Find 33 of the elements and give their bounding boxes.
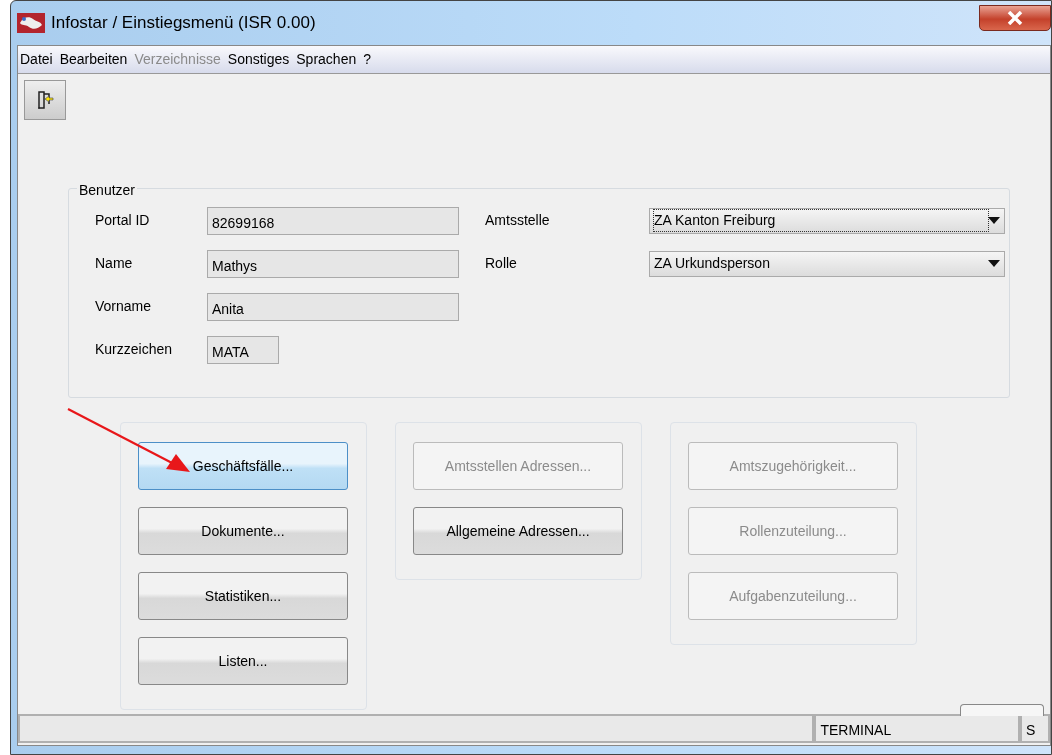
menu-button[interactable]: Allgemeine Adressen... bbox=[413, 507, 623, 555]
menu-button[interactable]: Statistiken... bbox=[138, 572, 348, 620]
field-label: Portal ID bbox=[94, 211, 151, 230]
close-icon bbox=[1007, 11, 1023, 25]
status-bar-cell: S bbox=[1020, 714, 1050, 743]
dropdown-field[interactable]: ZA Urkundsperson bbox=[649, 250, 1005, 277]
field-label: Amtsstelle bbox=[485, 211, 551, 230]
menu-button[interactable]: Listen... bbox=[138, 637, 348, 685]
dropdown-field[interactable]: ZA Kanton Freiburg bbox=[649, 207, 1005, 234]
menu-item[interactable]: Sonstiges bbox=[227, 49, 290, 70]
menu-button[interactable]: Dokumente... bbox=[138, 507, 348, 555]
menu-item[interactable]: Bearbeiten bbox=[59, 49, 128, 70]
status-bar-cell: TERMINAL bbox=[814, 714, 1021, 743]
menu-item[interactable]: Datei bbox=[20, 49, 53, 70]
dropdown-arrow-icon bbox=[988, 216, 1000, 225]
text-field[interactable]: MATA bbox=[207, 335, 279, 364]
text-field[interactable]: Anita bbox=[207, 292, 459, 321]
field-label: Kurzzeichen bbox=[94, 340, 174, 359]
partially-hidden-tab[interactable] bbox=[960, 704, 1044, 716]
field-label: Vorname bbox=[94, 297, 153, 316]
exit-door-button[interactable] bbox=[24, 80, 66, 120]
text-field[interactable]: Mathys bbox=[207, 249, 459, 278]
menu-item[interactable]: Sprachen bbox=[296, 49, 357, 70]
field-label: Rolle bbox=[485, 254, 518, 273]
app-logo-icon bbox=[17, 13, 45, 33]
field-label: Name bbox=[94, 254, 134, 273]
close-button[interactable] bbox=[979, 5, 1051, 31]
menu-button[interactable]: Geschäftsfälle... bbox=[138, 442, 348, 490]
dropdown-arrow-icon bbox=[988, 259, 1000, 268]
menu-item[interactable]: ? bbox=[363, 49, 371, 70]
window-title: Infostar / Einstiegsmenü (ISR 0.00) bbox=[51, 12, 316, 35]
text-field[interactable]: 82699168 bbox=[207, 206, 459, 235]
door-arrow-icon bbox=[35, 90, 55, 110]
